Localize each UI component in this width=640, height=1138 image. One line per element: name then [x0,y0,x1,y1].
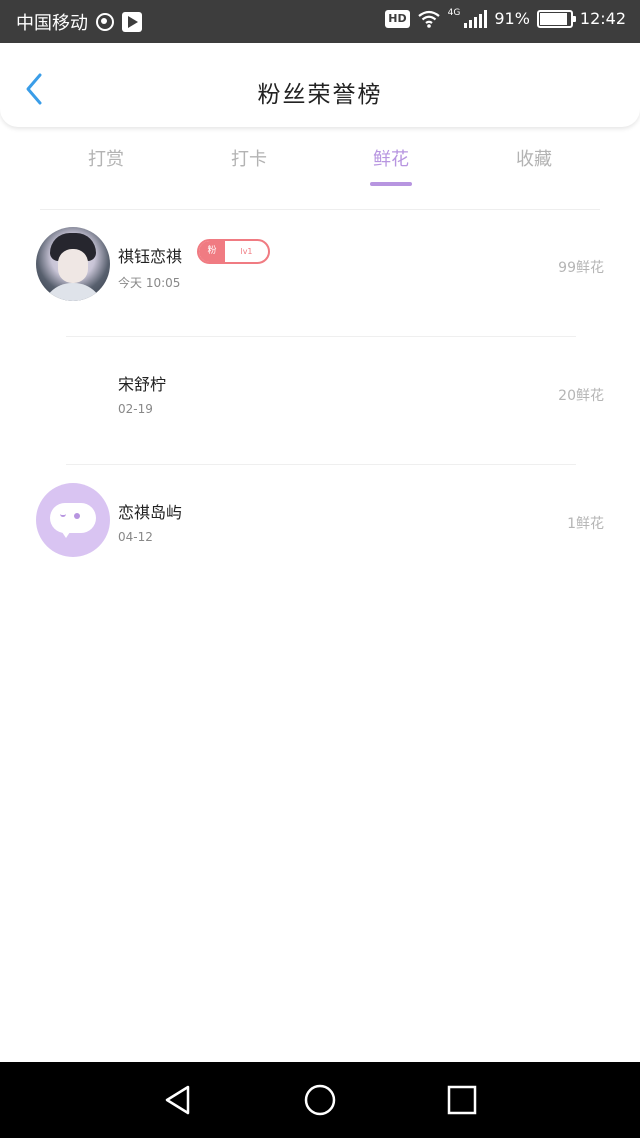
wifi-icon [417,10,440,28]
nav-home-button[interactable] [302,1082,338,1118]
battery-percent: 91% [494,9,530,28]
item-date: 02-19 [118,402,153,416]
page-title: 粉丝荣誉榜 [257,82,383,108]
tab-xianhua[interactable]: 鲜花 [341,145,441,171]
tab-shoucang[interactable]: 收藏 [484,145,584,171]
tab-bar: 打赏 打卡 鲜花 收藏 [0,140,640,190]
active-tab-indicator [370,182,412,186]
row-divider [66,336,576,337]
chat-bubble-tail [60,529,72,538]
avatar[interactable] [36,483,110,557]
avatar-shoulders [42,283,104,301]
bubble-eye-right [74,513,80,519]
nav-recents-button[interactable] [444,1082,480,1118]
carrier-label: 中国移动 [16,13,88,34]
status-bar-left: 中国移动 [16,9,142,35]
network-label: 4G [447,7,461,18]
hd-badge: HD [385,9,410,28]
flower-amount: 99鲜花 [558,260,604,276]
tab-dashang[interactable]: 打赏 [56,145,156,171]
status-bar-right: HD 4G 91% 12:42 [385,7,626,28]
user-name: 祺钰恋祺 [118,247,183,266]
app-header: 粉丝荣誉榜 [0,43,640,127]
user-name: 恋祺岛屿 [118,503,183,522]
clock: 12:42 [579,9,626,28]
play-icon [122,12,142,32]
home-circle-icon [304,1084,336,1116]
user-name: 宋舒柠 [118,375,167,394]
list-item[interactable]: 宋舒柠 02-19 20鲜花 [0,355,640,483]
system-nav-bar [0,1062,640,1138]
fan-badge-level: lv1 [240,247,253,256]
tab-daka[interactable]: 打卡 [199,145,299,171]
flower-amount: 20鲜花 [558,388,604,404]
weibo-icon [96,13,114,31]
item-date: 04-12 [118,530,153,544]
list-item[interactable]: 祺钰恋祺 粉 lv1 今天 10:05 99鲜花 [0,227,640,355]
battery-fill [539,12,568,25]
flower-amount: 1鲜花 [567,516,604,532]
battery-icon [536,9,576,28]
item-date: 今天 10:05 [118,276,181,290]
recents-square-icon [447,1085,477,1115]
tabs-divider [40,209,600,210]
fan-badge-label: 粉 [199,241,225,262]
nav-back-button[interactable] [160,1082,196,1118]
back-triangle-icon [165,1085,190,1115]
chat-bubble-icon [50,503,96,533]
avatar[interactable] [36,227,110,301]
list-item[interactable]: 恋祺岛屿 04-12 1鲜花 [0,483,640,611]
status-bar: 中国移动 HD 4G 91% 12:42 [0,0,640,43]
fan-level-badge: 粉 lv1 [197,239,270,264]
row-divider [66,464,576,465]
avatar-face [58,249,88,283]
signal-icon [464,9,488,28]
